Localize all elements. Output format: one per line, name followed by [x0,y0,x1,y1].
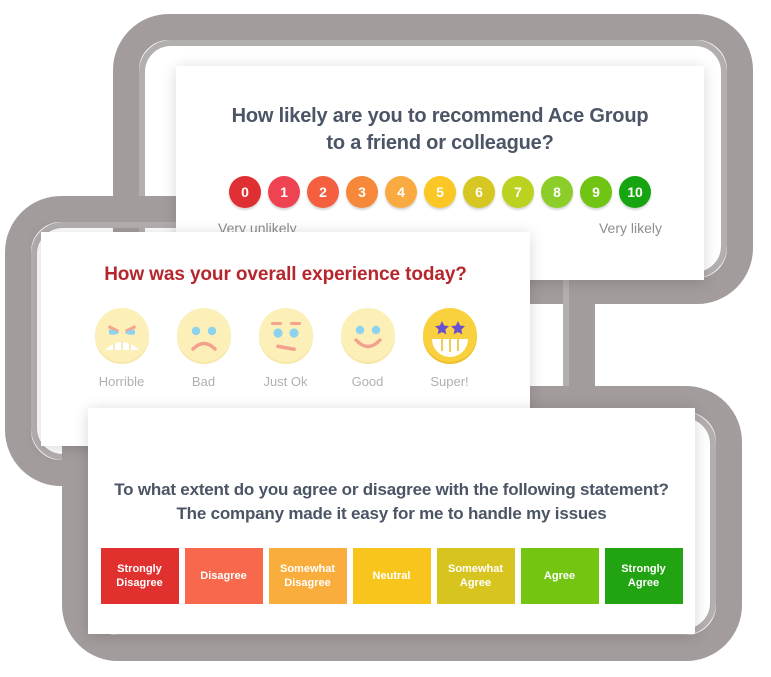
nps-scale: 0 1 2 3 4 5 6 7 8 9 10 [176,176,704,208]
agreement-option-label-line1: Strongly [621,563,666,575]
nps-question-title: How likely are you to recommend Ace Grou… [176,66,704,157]
agreement-option-strongly-agree[interactable]: Strongly Agree [604,548,683,604]
nps-right-label: Very likely [598,220,662,236]
agreement-option-somewhat-agree[interactable]: Somewhat Agree [436,548,515,604]
smiley-option-bad[interactable]: Bad [174,305,234,389]
smiley-option-label: Horrible [98,374,145,389]
smiley-option-good[interactable]: Good [338,305,398,389]
nps-question-title-line1: How likely are you to recommend Ace Grou… [231,105,649,127]
nps-score-6[interactable]: 6 [463,176,495,208]
nps-score-4[interactable]: 4 [385,176,417,208]
agreement-option-label-line1: Agree [543,570,576,582]
agreement-option-disagree[interactable]: Disagree [184,548,263,604]
sad-face-icon [174,305,234,365]
agreement-option-label-line2: Agree [627,577,660,589]
nps-score-8[interactable]: 8 [541,176,573,208]
agreement-option-neutral[interactable]: Neutral [352,548,431,604]
angry-face-icon [92,305,152,365]
smiley-rating-scale: Horrible Bad Just Ok Good Super! [41,305,530,389]
nps-score-10[interactable]: 10 [619,176,651,208]
smiley-option-label: Just Ok [263,374,308,389]
survey-mockup-stage: How likely are you to recommend Ace Grou… [0,0,771,677]
smiley-option-just-ok[interactable]: Just Ok [256,305,316,389]
nps-score-9[interactable]: 9 [580,176,612,208]
nps-score-3[interactable]: 3 [346,176,378,208]
agreement-option-label-line1: Somewhat [447,563,503,575]
nps-score-5[interactable]: 5 [424,176,456,208]
smiley-option-label: Super! [430,374,469,389]
agreement-option-label-line1: Neutral [372,570,411,582]
agreement-option-label-line2: Agree [459,577,492,589]
nps-score-2[interactable]: 2 [307,176,339,208]
agreement-option-agree[interactable]: Agree [520,548,599,604]
nps-question-title-line2: to a friend or colleague? [326,132,554,154]
smiley-option-super[interactable]: Super! [420,305,480,389]
nps-score-0[interactable]: 0 [229,176,261,208]
agreement-question-card: To what extent do you agree or disagree … [88,408,695,634]
smiley-option-label: Good [351,374,384,389]
smiley-option-horrible[interactable]: Horrible [92,305,152,389]
agreement-scale: Strongly Disagree Disagree Somewhat Disagree… [88,548,695,604]
agreement-option-label-line1: Disagree [200,570,247,582]
nps-score-7[interactable]: 7 [502,176,534,208]
agreement-question-title: To what extent do you agree or disagree … [88,408,695,526]
agreement-question-title-line2: The company made it easy for me to handl… [176,504,607,523]
happy-face-icon [338,305,398,365]
agreement-option-label-line2: Disagree [284,577,331,589]
agreement-option-label-line2: Disagree [116,577,163,589]
agreement-option-label-line1: Strongly [117,563,162,575]
agreement-option-somewhat-disagree[interactable]: Somewhat Disagree [268,548,347,604]
agreement-question-title-line1: To what extent do you agree or disagree … [114,480,669,499]
agreement-option-label-line1: Somewhat [279,563,335,575]
agreement-option-strongly-disagree[interactable]: Strongly Disagree [100,548,179,604]
star-eyes-face-icon [420,305,480,365]
neutral-face-icon [256,305,316,365]
nps-score-1[interactable]: 1 [268,176,300,208]
experience-question-title: How was your overall experience today? [104,264,467,285]
smiley-option-label: Bad [191,374,216,389]
